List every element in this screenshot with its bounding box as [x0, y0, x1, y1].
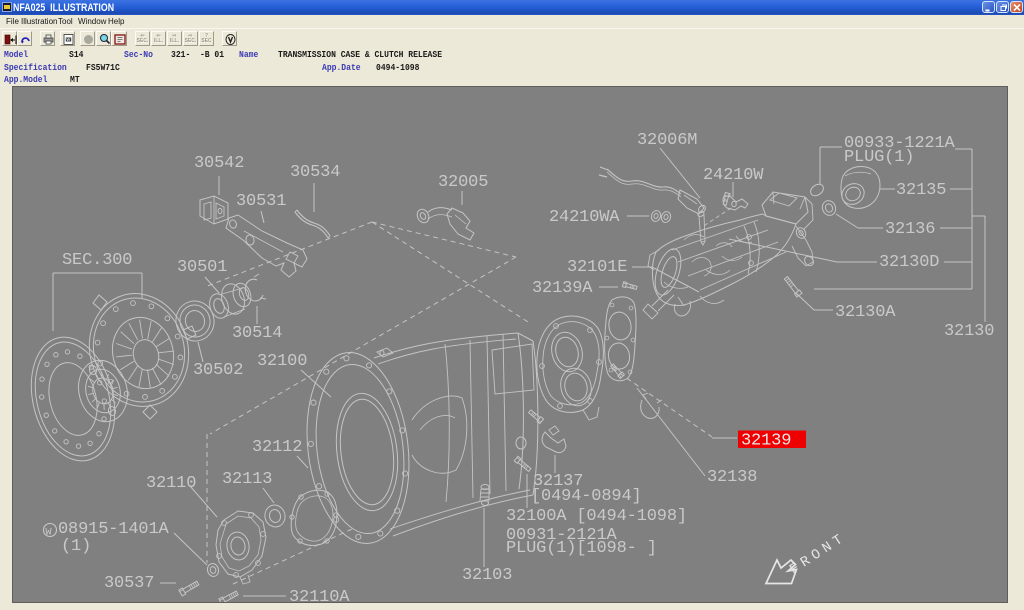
svg-text:32110: 32110 — [146, 474, 196, 493]
svg-text:SEC.300: SEC.300 — [62, 251, 132, 270]
svg-text:32138: 32138 — [707, 468, 757, 487]
svg-text:24210W: 24210W — [703, 166, 764, 185]
svg-text:W: W — [46, 528, 52, 539]
svg-text:(1): (1) — [61, 537, 91, 556]
svg-text:32112: 32112 — [252, 438, 302, 457]
svg-text:32100: 32100 — [257, 352, 307, 371]
svg-text:32110A: 32110A — [289, 588, 350, 602]
svg-text:30542: 30542 — [194, 154, 244, 173]
svg-text:30531: 30531 — [236, 192, 286, 211]
svg-text:32139A: 32139A — [532, 279, 593, 298]
svg-text:30534: 30534 — [290, 163, 340, 182]
svg-text:30514: 30514 — [232, 324, 282, 343]
svg-text:32130A: 32130A — [835, 303, 896, 322]
svg-text:30501: 30501 — [177, 258, 227, 277]
svg-text:32135: 32135 — [896, 181, 946, 200]
svg-text:32101E: 32101E — [567, 258, 627, 277]
svg-text:32103: 32103 — [462, 566, 512, 585]
svg-text:32006M: 32006M — [637, 131, 697, 150]
svg-text:32139: 32139 — [741, 432, 791, 451]
svg-text:32136: 32136 — [885, 220, 935, 239]
svg-text:PLUG(1)[1098- ]: PLUG(1)[1098- ] — [506, 539, 657, 558]
svg-text:30502: 30502 — [193, 361, 243, 380]
svg-text:32100A [0494-1098]: 32100A [0494-1098] — [506, 507, 687, 526]
svg-text:32130: 32130 — [944, 322, 994, 341]
svg-text:24210WA: 24210WA — [549, 208, 620, 227]
svg-text:32005: 32005 — [438, 173, 488, 192]
svg-text:[0494-0894]: [0494-0894] — [531, 487, 642, 506]
svg-text:32130D: 32130D — [879, 253, 939, 272]
svg-text:PLUG(1): PLUG(1) — [844, 148, 914, 167]
svg-text:30537: 30537 — [104, 574, 154, 593]
svg-text:32113: 32113 — [222, 470, 272, 489]
